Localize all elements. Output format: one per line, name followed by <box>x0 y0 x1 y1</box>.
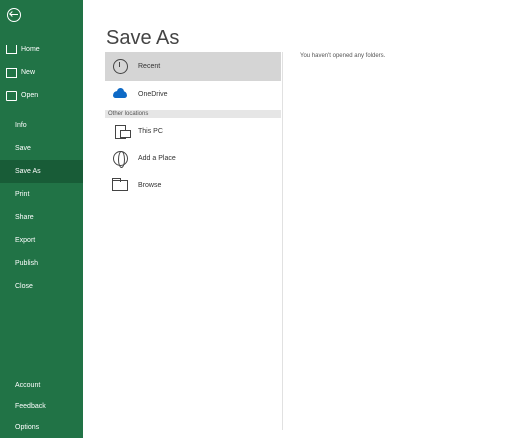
folder-icon <box>110 176 130 196</box>
sidebar-item-label: Save As <box>15 168 41 175</box>
sidebar-main-nav: Info Save Save As Print Share Export Pub… <box>0 114 83 298</box>
sidebar-bottom-nav: Account Feedback Options <box>0 375 83 438</box>
sidebar-item-export[interactable]: Export <box>0 229 83 252</box>
sidebar-item-label: Close <box>15 283 33 290</box>
sidebar-item-label: Feedback <box>15 403 46 410</box>
sidebar-top-nav: Home New Open <box>0 38 83 107</box>
other-locations-header: Other locations <box>105 110 281 118</box>
sidebar-item-open[interactable]: Open <box>0 84 83 107</box>
sidebar-item-label: Print <box>15 191 30 198</box>
sidebar-item-label: Info <box>15 122 27 129</box>
cloud-icon <box>110 85 130 105</box>
pane-divider <box>282 52 283 430</box>
sidebar-item-label: Export <box>15 237 36 244</box>
sidebar-item-share[interactable]: Share <box>0 206 83 229</box>
sidebar-item-print[interactable]: Print <box>0 183 83 206</box>
clock-icon <box>110 57 130 77</box>
page-title: Save As <box>106 27 180 50</box>
computer-icon <box>110 122 131 142</box>
sidebar-item-label: Share <box>15 214 34 221</box>
sidebar-item-label: New <box>21 69 36 76</box>
sidebar-item-save[interactable]: Save <box>0 137 83 160</box>
location-label: This PC <box>138 128 163 135</box>
backstage-sidebar: Home New Open Info Save Save As Print Sh… <box>0 0 83 438</box>
recent-folders-empty-message: You haven't opened any folders. <box>300 53 386 59</box>
sidebar-item-save-as[interactable]: Save As <box>0 160 83 183</box>
sidebar-item-publish[interactable]: Publish <box>0 252 83 275</box>
home-icon <box>6 45 17 54</box>
sidebar-item-label: Save <box>15 145 31 152</box>
sidebar-item-info[interactable]: Info <box>0 114 83 137</box>
sidebar-item-label: Open <box>21 92 39 99</box>
sidebar-item-home[interactable]: Home <box>0 38 83 61</box>
sidebar-item-options[interactable]: Options <box>0 417 83 438</box>
globe-icon <box>110 149 130 169</box>
sidebar-item-label: Options <box>15 424 40 431</box>
back-arrow-icon[interactable] <box>7 8 21 22</box>
location-recent[interactable]: Recent <box>105 52 281 81</box>
location-label: OneDrive <box>138 91 168 98</box>
location-label: Recent <box>138 63 161 70</box>
sidebar-item-feedback[interactable]: Feedback <box>0 396 83 417</box>
open-folder-icon <box>6 90 17 101</box>
location-label: Add a Place <box>138 155 176 162</box>
location-this-pc[interactable]: This PC <box>105 118 281 145</box>
location-browse[interactable]: Browse <box>105 172 281 199</box>
location-add-place[interactable]: Add a Place <box>105 145 281 172</box>
sidebar-item-label: Home <box>21 46 40 53</box>
location-onedrive[interactable]: OneDrive <box>105 81 281 108</box>
sidebar-item-new[interactable]: New <box>0 61 83 84</box>
save-locations-list: Recent OneDrive Other locations This PC … <box>105 52 281 199</box>
sidebar-item-label: Account <box>15 382 41 389</box>
sidebar-item-account[interactable]: Account <box>0 375 83 396</box>
new-document-icon <box>6 67 17 78</box>
sidebar-item-label: Publish <box>15 260 38 267</box>
location-label: Browse <box>138 182 162 189</box>
sidebar-item-close[interactable]: Close <box>0 275 83 298</box>
